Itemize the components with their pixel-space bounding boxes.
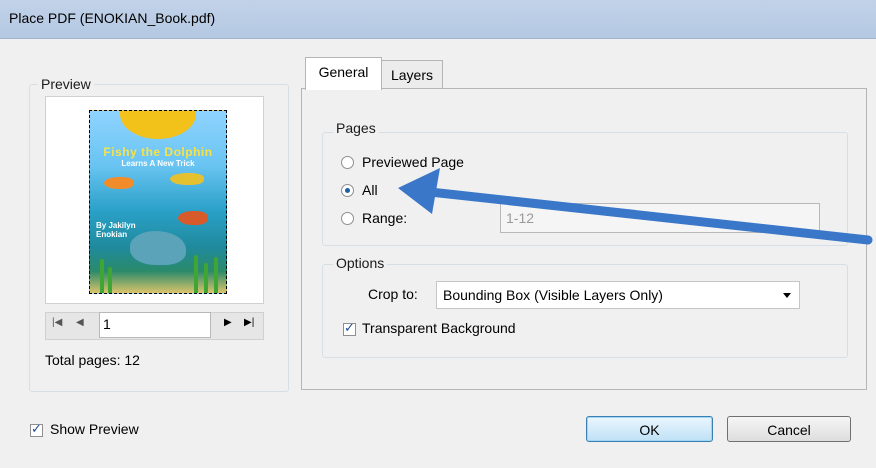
range-field[interactable]: 1-12 (500, 203, 820, 233)
first-page-icon[interactable]: |◀ (52, 317, 62, 328)
preview-legend: Preview (38, 76, 94, 92)
total-pages: Total pages: 12 (45, 352, 140, 368)
tab-layers-label: Layers (390, 67, 434, 83)
thumbnail-title: Fishy the Dolphin (103, 145, 213, 159)
page-number-input[interactable] (103, 316, 203, 332)
chevron-down-icon (783, 293, 791, 298)
tab-general[interactable]: General (305, 57, 382, 90)
thumbnail-seaweed (214, 257, 218, 293)
transparent-background-label[interactable]: Transparent Background (362, 320, 516, 336)
thumbnail-dolphin (130, 231, 186, 265)
thumbnail-seaweed (100, 259, 104, 293)
previous-page-icon[interactable]: ◀ (76, 317, 84, 328)
next-page-icon[interactable]: ▶ (224, 317, 232, 328)
thumbnail-subtitle: Learns A New Trick (121, 159, 195, 168)
range-radio[interactable] (341, 212, 354, 225)
crop-to-dropdown[interactable]: Bounding Box (Visible Layers Only) (436, 281, 800, 309)
page-number-field[interactable] (99, 312, 211, 338)
last-page-icon[interactable]: ▶| (244, 317, 254, 328)
cancel-button[interactable]: Cancel (727, 416, 851, 442)
tab-layers[interactable]: Layers (381, 60, 443, 90)
pages-legend: Pages (333, 120, 379, 136)
range-label[interactable]: Range: (362, 210, 407, 226)
thumbnail-seaweed (194, 255, 198, 293)
ok-button-label: OK (639, 422, 660, 438)
thumbnail-sun (120, 111, 196, 139)
window-title: Place PDF (ENOKIAN_Book.pdf) (9, 10, 216, 26)
all-pages-radio[interactable] (341, 184, 354, 197)
tab-general-label: General (318, 64, 369, 80)
range-value: 1-12 (506, 210, 535, 226)
crop-to-value: Bounding Box (Visible Layers Only) (443, 287, 663, 303)
previewed-page-radio[interactable] (341, 156, 354, 169)
show-preview-label[interactable]: Show Preview (50, 421, 139, 437)
thumbnail-byline: By Jakilyn Enokian (96, 221, 136, 239)
all-pages-label[interactable]: All (362, 182, 378, 198)
title-bar: Place PDF (ENOKIAN_Book.pdf) (0, 0, 876, 39)
thumbnail-seaweed (204, 263, 208, 293)
cancel-button-label: Cancel (767, 422, 811, 438)
previewed-page-label[interactable]: Previewed Page (362, 154, 464, 170)
ok-button[interactable]: OK (586, 416, 713, 442)
preview-thumbnail: Fishy the Dolphin Learns A New Trick By … (89, 110, 227, 294)
transparent-background-checkbox[interactable] (343, 320, 356, 336)
thumbnail-fish (178, 211, 208, 225)
show-preview-checkbox[interactable] (30, 421, 43, 437)
options-group (322, 264, 848, 358)
options-legend: Options (333, 255, 388, 271)
crop-to-label: Crop to: (368, 286, 418, 302)
thumbnail-fish (170, 173, 204, 185)
thumbnail-seaweed (108, 267, 112, 293)
thumbnail-fish (104, 177, 134, 189)
